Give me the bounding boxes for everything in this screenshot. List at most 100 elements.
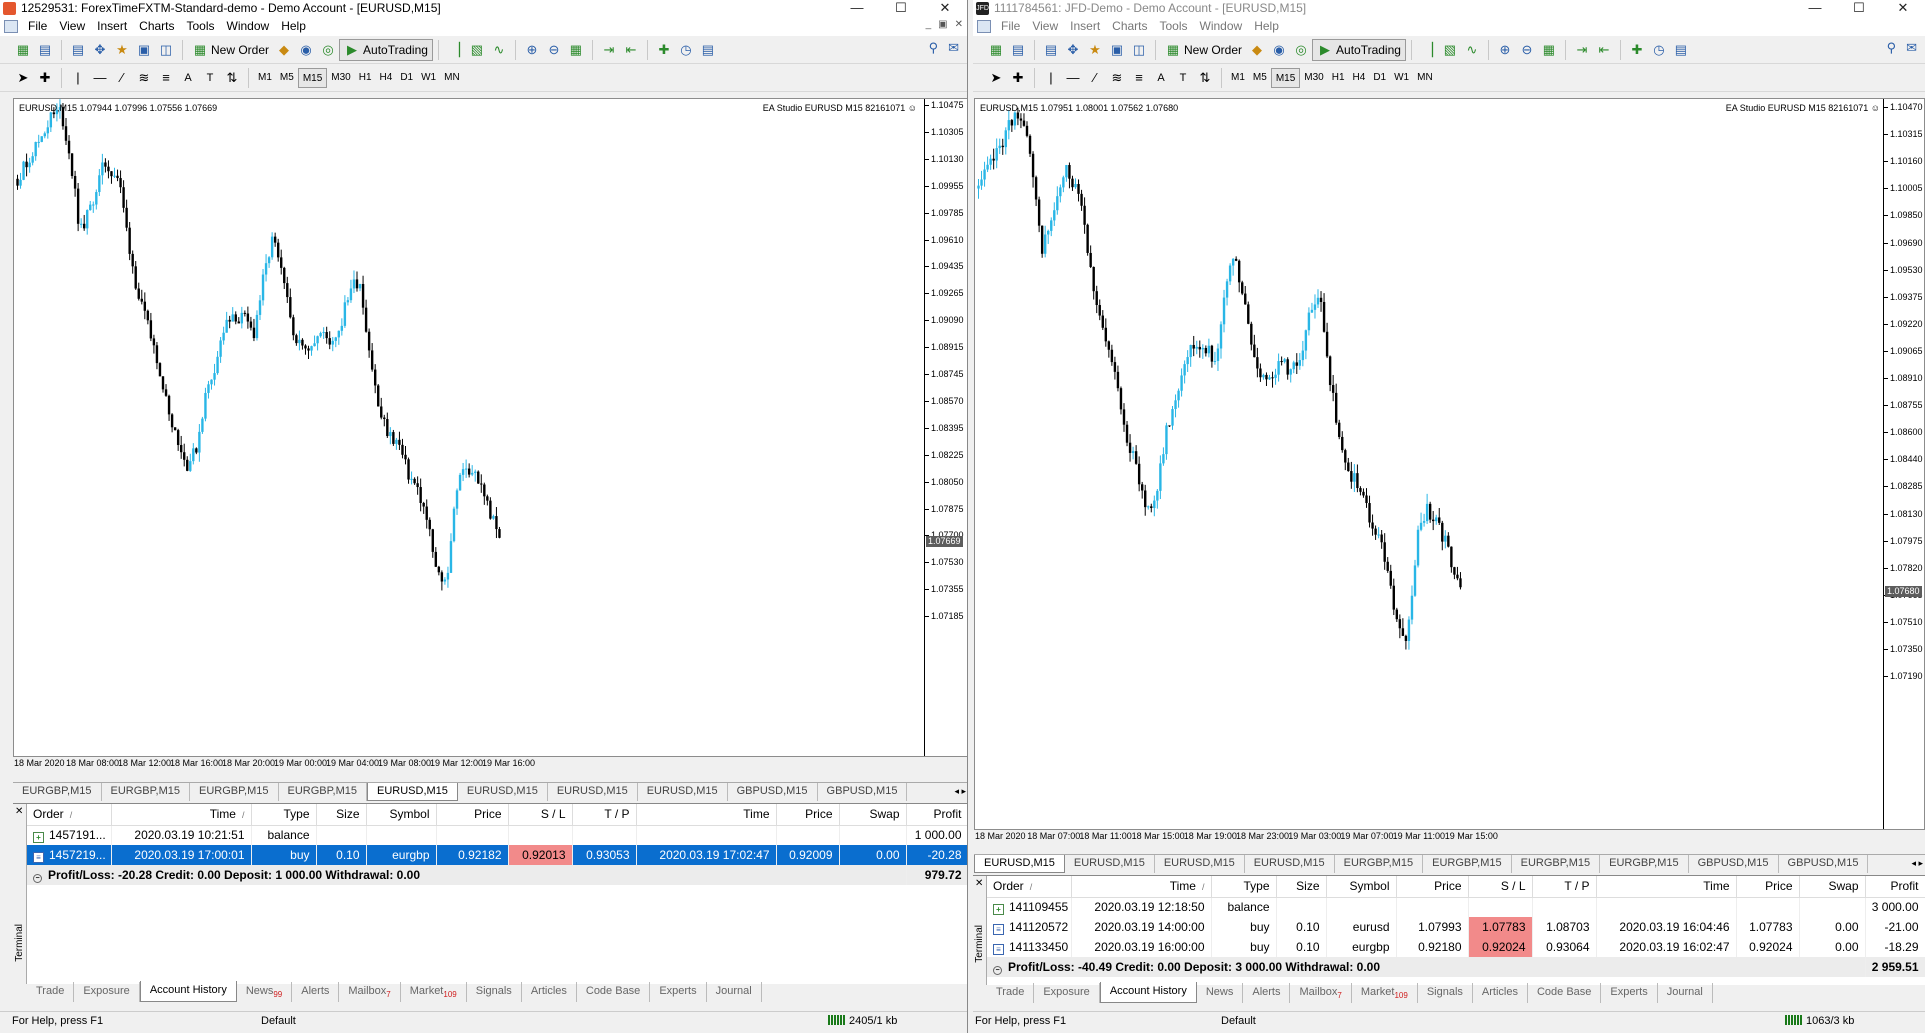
terminal-tab[interactable]: Market109 bbox=[1352, 983, 1418, 1003]
vps-icon[interactable]: ◉ bbox=[296, 40, 316, 60]
column-header[interactable]: Price bbox=[1396, 876, 1469, 898]
column-header[interactable]: Time / bbox=[111, 804, 252, 826]
profiles-icon[interactable]: ▤ bbox=[1008, 40, 1028, 60]
column-header[interactable]: Type bbox=[1211, 876, 1277, 898]
timeframe-m1[interactable]: M1 bbox=[254, 68, 276, 88]
table-row[interactable]: +141109455 2020.03.19 12:18:50 balance 3 00… bbox=[987, 897, 1925, 917]
terminal-tab[interactable]: Signals bbox=[467, 982, 522, 1002]
horizontal-line-icon[interactable]: — bbox=[1063, 68, 1083, 88]
terminal-tab[interactable]: Experts bbox=[1601, 983, 1658, 1003]
maximize-icon[interactable]: ☐ bbox=[879, 0, 923, 16]
timeframe-m1[interactable]: M1 bbox=[1227, 68, 1249, 88]
column-header[interactable]: T / P bbox=[572, 804, 637, 826]
timeframe-h4[interactable]: H4 bbox=[1349, 68, 1370, 88]
zoom-in-icon[interactable]: ⊕ bbox=[1495, 40, 1515, 60]
table-row[interactable]: +1457191... 2020.03.19 10:21:51 balance 1 0… bbox=[27, 825, 967, 845]
terminal-tab[interactable]: Trade bbox=[27, 982, 75, 1002]
menu-window[interactable]: Window bbox=[1197, 16, 1252, 36]
indicators-icon[interactable]: ✚ bbox=[654, 40, 674, 60]
signals-icon[interactable]: ◎ bbox=[1291, 40, 1311, 60]
periods-icon[interactable]: ◷ bbox=[1649, 40, 1669, 60]
signals-icon[interactable]: ◎ bbox=[318, 40, 338, 60]
column-header[interactable]: Symbol bbox=[1326, 876, 1397, 898]
column-header[interactable]: Order / bbox=[27, 804, 112, 826]
data-window-icon[interactable]: ✥ bbox=[90, 40, 110, 60]
terminal-tab[interactable]: Exposure bbox=[1034, 983, 1100, 1003]
cursor-icon[interactable]: ➤ bbox=[986, 68, 1006, 88]
column-header[interactable]: Price bbox=[1736, 876, 1800, 898]
mdi-close-icon[interactable]: ✕ bbox=[955, 19, 963, 30]
terminal-tab[interactable]: News99 bbox=[237, 982, 293, 1002]
auto-scroll-icon[interactable]: ⇥ bbox=[599, 40, 619, 60]
terminal-close-icon[interactable]: ✕ bbox=[15, 806, 23, 817]
zoom-in-icon[interactable]: ⊕ bbox=[522, 40, 542, 60]
timeframe-m30[interactable]: M30 bbox=[1300, 68, 1327, 88]
chart-tab[interactable]: EURGBP,M15 bbox=[102, 783, 190, 801]
column-header[interactable]: Swap bbox=[839, 804, 907, 826]
vertical-line-icon[interactable]: | bbox=[1041, 68, 1061, 88]
column-header[interactable]: S / L bbox=[1468, 876, 1533, 898]
maximize-icon[interactable]: ☐ bbox=[1837, 0, 1881, 16]
line-chart-icon[interactable]: ∿ bbox=[489, 40, 509, 60]
zoom-out-icon[interactable]: ⊖ bbox=[544, 40, 564, 60]
chart-tab[interactable]: EURUSD,M15 bbox=[548, 783, 638, 801]
column-header[interactable]: T / P bbox=[1532, 876, 1597, 898]
terminal-tab[interactable]: Code Base bbox=[577, 982, 651, 1002]
menu-insert[interactable]: Insert bbox=[1067, 16, 1109, 36]
menu-charts[interactable]: Charts bbox=[136, 16, 183, 36]
autotrading-button[interactable]: ▶ AutoTrading bbox=[339, 38, 433, 61]
timeframe-m5[interactable]: M5 bbox=[1249, 68, 1271, 88]
auto-scroll-icon[interactable]: ⇥ bbox=[1572, 40, 1592, 60]
close-icon[interactable]: ✕ bbox=[1881, 0, 1925, 16]
chart-window-icon[interactable] bbox=[4, 19, 18, 33]
terminal-tab[interactable]: Articles bbox=[522, 982, 577, 1002]
timeframe-w1[interactable]: W1 bbox=[1390, 68, 1413, 88]
close-icon[interactable]: ✕ bbox=[923, 0, 967, 16]
data-window-icon[interactable]: ✥ bbox=[1063, 40, 1083, 60]
column-header[interactable]: Profit bbox=[906, 804, 967, 826]
minimize-icon[interactable]: — bbox=[1793, 0, 1837, 16]
terminal-tab[interactable]: Mailbox7 bbox=[339, 982, 401, 1002]
timeframe-h1[interactable]: H1 bbox=[1328, 68, 1349, 88]
profiles-icon[interactable]: ▤ bbox=[35, 40, 55, 60]
tile-windows-icon[interactable]: ▦ bbox=[1539, 40, 1559, 60]
crosshair-icon[interactable]: ✚ bbox=[35, 68, 55, 88]
column-header[interactable]: Price bbox=[436, 804, 509, 826]
menu-file[interactable]: File bbox=[998, 16, 1029, 36]
chart-tab[interactable]: GBPUSD,M15 bbox=[1779, 855, 1869, 873]
line-chart-icon[interactable]: ∿ bbox=[1462, 40, 1482, 60]
timeframe-w1[interactable]: W1 bbox=[417, 68, 440, 88]
text-label-icon[interactable]: T bbox=[200, 68, 220, 88]
terminal-tab[interactable]: News bbox=[1197, 983, 1244, 1003]
mdi-minimize-icon[interactable]: _ bbox=[926, 19, 932, 30]
strategy-tester-icon[interactable]: ◫ bbox=[1129, 40, 1149, 60]
chart-tab[interactable]: EURGBP,M15 bbox=[190, 783, 279, 801]
vertical-line-icon[interactable]: | bbox=[68, 68, 88, 88]
arrows-icon[interactable]: ⇅ bbox=[222, 68, 242, 88]
terminal-close-icon[interactable]: ✕ bbox=[975, 878, 983, 889]
crosshair-icon[interactable]: ✚ bbox=[1008, 68, 1028, 88]
mdi-restore-icon[interactable]: ▣ bbox=[938, 19, 947, 30]
navigator-icon[interactable]: ★ bbox=[112, 40, 132, 60]
menu-file[interactable]: File bbox=[25, 16, 56, 36]
column-header[interactable]: Swap bbox=[1799, 876, 1866, 898]
terminal-tab[interactable]: Signals bbox=[1418, 983, 1473, 1003]
table-row[interactable]: ≡ 141120572 2020.03.19 14:00:00 buy 0.10 euru… bbox=[987, 917, 1925, 937]
candlestick-icon[interactable]: ▧ bbox=[1440, 40, 1460, 60]
templates-icon[interactable]: ▤ bbox=[1671, 40, 1691, 60]
terminal-tab[interactable]: Account History bbox=[139, 981, 237, 1002]
column-header[interactable]: Time bbox=[636, 804, 777, 826]
arrows-icon[interactable]: ⇅ bbox=[1195, 68, 1215, 88]
channel-icon[interactable]: ≋ bbox=[1107, 68, 1127, 88]
fibonacci-icon[interactable]: ≡ bbox=[156, 68, 176, 88]
metaeditor-icon[interactable]: ◆ bbox=[274, 40, 294, 60]
chart-tab[interactable]: EURUSD,M15 bbox=[974, 855, 1065, 873]
chart-tab[interactable]: GBPUSD,M15 bbox=[728, 783, 818, 801]
trendline-icon[interactable]: ∕ bbox=[1085, 68, 1105, 88]
price-chart[interactable]: EURUSD,M15 1.07951 1.08001 1.07562 1.076… bbox=[974, 98, 1925, 841]
timeframe-h4[interactable]: H4 bbox=[376, 68, 397, 88]
terminal-tab[interactable]: Market109 bbox=[401, 982, 467, 1002]
horizontal-line-icon[interactable]: — bbox=[90, 68, 110, 88]
strategy-tester-icon[interactable]: ◫ bbox=[156, 40, 176, 60]
chart-tab[interactable]: EURUSD,M15 bbox=[367, 783, 458, 801]
